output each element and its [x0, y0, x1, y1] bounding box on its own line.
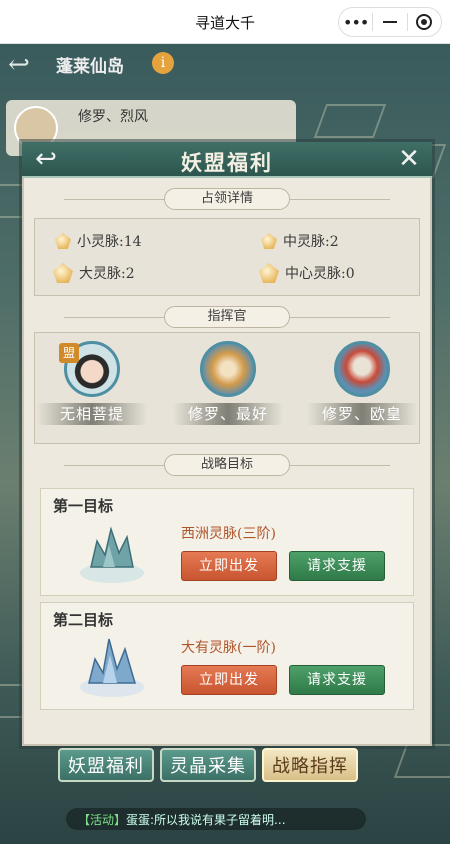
map-back-arrow-icon[interactable]: ↩: [8, 50, 30, 80]
target-name: 大有灵脉(一阶): [181, 640, 276, 656]
chat-ticker[interactable]: 【活动】蛋蛋:所以我说有果子留着明...: [66, 808, 366, 830]
tab-crystal-gathering[interactable]: 灵晶采集: [160, 748, 256, 782]
commander-item[interactable]: 修罗、欧皇: [307, 341, 417, 425]
spirit-vein-crystal-icon: [80, 526, 144, 583]
target-rank-label: 第二目标: [53, 611, 114, 629]
bottom-tab-bar: 妖盟福利 灵晶采集 战略指挥: [58, 748, 358, 782]
commander-name: 修罗、欧皇: [307, 403, 417, 425]
close-miniapp-button[interactable]: [408, 8, 441, 36]
request-support-button[interactable]: 请求支援: [289, 551, 385, 581]
crystal-small-icon: [55, 233, 71, 249]
section-divider: [64, 317, 164, 318]
tab-guild-benefits[interactable]: 妖盟福利: [58, 748, 154, 782]
commanders-panel: 盟 无相菩提 修罗、最好 修罗、欧皇: [34, 332, 420, 444]
close-icon[interactable]: ✕: [394, 144, 424, 174]
minimize-button[interactable]: [373, 8, 406, 36]
large-vein-count: 大灵脉:2: [53, 263, 135, 283]
dialog-title: 妖盟福利: [181, 150, 273, 175]
section-title-commander: 指挥官: [164, 306, 290, 328]
crystal-center-icon: [259, 263, 279, 283]
info-icon[interactable]: i: [152, 52, 174, 74]
medium-vein-label: 中灵脉:2: [283, 234, 339, 250]
commander-avatar: [334, 341, 390, 397]
small-vein-label: 小灵脉:14: [77, 234, 142, 250]
section-divider: [290, 317, 390, 318]
section-divider: [290, 465, 390, 466]
section-title-strategy: 战略目标: [164, 454, 290, 476]
close-miniapp-icon: [416, 14, 433, 30]
map-hex-tile: [393, 744, 450, 778]
more-button[interactable]: •••: [339, 8, 372, 36]
map-hex-tile: [313, 104, 387, 138]
spirit-vein-crystal-icon: [80, 638, 144, 697]
commander-item[interactable]: 盟 无相菩提: [37, 341, 147, 425]
miniapp-top-bar: 寻道大千 •••: [0, 0, 450, 44]
crystal-large-icon: [53, 263, 73, 283]
go-now-button[interactable]: 立即出发: [181, 665, 277, 695]
chat-tag: 【活动】: [78, 813, 127, 827]
section-divider: [64, 199, 164, 200]
section-title-occupy: 占领详情: [164, 188, 290, 210]
minimize-icon: [382, 21, 397, 23]
request-support-button[interactable]: 请求支援: [289, 665, 385, 695]
chat-message: 蛋蛋:所以我说有果子留着明...: [126, 813, 286, 827]
target-rank-label: 第一目标: [53, 497, 114, 515]
target-name: 西洲灵脉(三阶): [181, 526, 276, 542]
commander-item[interactable]: 修罗、最好: [173, 341, 283, 425]
strategy-target-card: 第一目标 西洲灵脉(三阶) 立即出发 请求支援: [40, 488, 414, 596]
section-divider: [64, 465, 164, 466]
leader-badge: 盟: [59, 343, 79, 363]
section-divider: [290, 199, 390, 200]
commander-name: 无相菩提: [37, 403, 147, 425]
guild-benefits-dialog: ↩ 妖盟福利 ✕ 占领详情 小灵脉:14 中灵脉:2 大灵脉:2 中心灵脉:0 …: [22, 142, 432, 746]
dialog-header: ↩ 妖盟福利 ✕: [22, 142, 432, 178]
commander-avatar: [200, 341, 256, 397]
more-dots-icon: •••: [343, 12, 369, 32]
small-vein-count: 小灵脉:14: [55, 231, 142, 251]
medium-vein-count: 中灵脉:2: [261, 231, 339, 251]
miniapp-capsule: •••: [338, 7, 442, 37]
center-vein-label: 中心灵脉:0: [285, 266, 355, 282]
island-title: 蓬莱仙岛: [56, 57, 124, 77]
guild-name: 修罗、烈风: [78, 109, 148, 125]
crystal-medium-icon: [261, 233, 277, 249]
strategy-target-card: 第二目标 大有灵脉(一阶) 立即出发 请求支援: [40, 602, 414, 710]
large-vein-label: 大灵脉:2: [79, 266, 135, 282]
center-vein-count: 中心灵脉:0: [259, 263, 355, 283]
occupy-details-panel: 小灵脉:14 中灵脉:2 大灵脉:2 中心灵脉:0: [34, 218, 420, 296]
tab-strategy-command[interactable]: 战略指挥: [262, 748, 358, 782]
go-now-button[interactable]: 立即出发: [181, 551, 277, 581]
commander-name: 修罗、最好: [173, 403, 283, 425]
